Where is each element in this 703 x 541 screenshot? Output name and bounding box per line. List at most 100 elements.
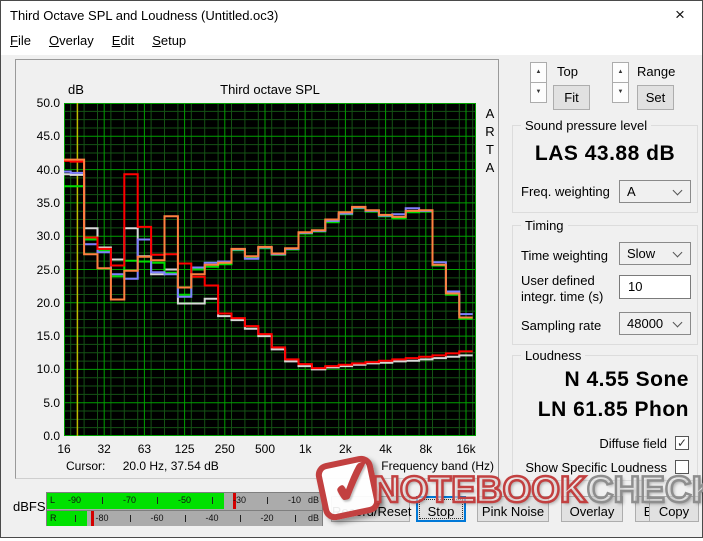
meter-tick: [294, 515, 296, 522]
y-tick-label: 10.0: [36, 362, 60, 377]
meter-tick: [157, 497, 158, 504]
meter-unit-label: dB: [307, 513, 319, 523]
x-tick-label: 8k: [419, 442, 433, 456]
y-tick-label: 0.0: [43, 429, 60, 443]
copy-button[interactable]: Copy: [649, 496, 699, 522]
x-tick-label: 32: [97, 442, 111, 456]
record-reset-button[interactable]: Record/Reset: [331, 496, 411, 522]
level-meter: L -90 -70 -50 -30 -10 dB R -80 -60 -40 -20 dB: [46, 492, 323, 526]
menu-bar: File Overlay Edit Setup: [1, 29, 702, 55]
diffuse-field-label: Diffuse field: [599, 436, 667, 451]
timing-group-label: Timing: [521, 218, 568, 233]
chevron-down-icon: [672, 247, 683, 258]
close-icon[interactable]: ×: [667, 4, 693, 26]
show-specific-loudness-checkbox[interactable]: [675, 460, 689, 474]
freq-weighting-select[interactable]: A: [619, 180, 691, 203]
chevron-down-icon: [672, 317, 683, 328]
meter-unit-label: dB: [307, 495, 319, 505]
menu-item-file[interactable]: File: [1, 29, 40, 53]
meter-scale-label: -60: [150, 513, 164, 523]
sampling-rate-select[interactable]: 48000: [619, 312, 691, 335]
meter-tick: [129, 515, 131, 522]
meter-peak-indicator: [91, 511, 94, 526]
chevron-down-icon: [672, 185, 683, 196]
spl-plot[interactable]: [64, 103, 476, 436]
arta-branding-text: A R T A: [485, 106, 495, 175]
menu-item-setup[interactable]: Setup: [143, 29, 195, 53]
phon-value: LN 61.85 Phon: [537, 398, 689, 421]
time-weighting-value: Slow: [627, 246, 656, 261]
x-tick-label: 63: [137, 442, 152, 456]
y-tick-label: 45.0: [36, 129, 60, 144]
range-spin-down-icon[interactable]: ▼: [612, 82, 629, 103]
meter-tick: [239, 515, 241, 522]
spl-plot-svg: [64, 103, 476, 436]
x-tick-label: 4k: [379, 442, 392, 456]
client-area: dB Third octave SPL A R T A 50.0 45.0 40.0…: [1, 55, 703, 537]
integr-time-label-line1: User defined: [521, 273, 595, 288]
x-axis-title: Frequency band (Hz): [381, 459, 494, 473]
range-label: Range: [637, 64, 676, 79]
sone-value: N 4.55 Sone: [564, 368, 689, 391]
top-spin-up-icon[interactable]: ▲: [530, 62, 547, 83]
x-tick-label: 2k: [339, 442, 352, 456]
y-tick-label: 20.0: [36, 295, 60, 310]
dbfs-label: dBFS: [13, 499, 46, 514]
top-spin-down-icon[interactable]: ▼: [530, 82, 547, 103]
meter-tick: [102, 497, 103, 504]
y-tick-label: 50.0: [36, 96, 60, 110]
title-bar: Third Octave SPL and Loudness (Untitled.…: [1, 1, 702, 29]
spl-value: LAS 43.88 dB: [534, 142, 676, 165]
x-tick-label: 500: [254, 442, 276, 456]
loudness-group-label: Loudness: [521, 348, 586, 363]
show-specific-loudness-label: Show Specific Loudness: [525, 460, 667, 475]
stop-button[interactable]: Stop: [416, 496, 466, 522]
loudness-group: Loudness N 4.55 Sone LN 61.85 Phon Diffu…: [512, 348, 698, 481]
meter-tick: [184, 515, 186, 522]
x-tick-label: 16: [57, 442, 71, 456]
top-label: Top: [557, 64, 578, 79]
time-weighting-select[interactable]: Slow: [619, 242, 691, 265]
integr-time-label-line2: integr. time (s): [521, 289, 604, 304]
menu-item-overlay[interactable]: Overlay: [40, 29, 103, 53]
sampling-rate-value: 48000: [627, 316, 664, 331]
series-orange: [64, 158, 473, 319]
meter-scale-label: -10: [287, 495, 302, 505]
meter-tick: [74, 515, 76, 522]
x-tick-label: 250: [214, 442, 235, 456]
integr-time-input[interactable]: 10: [619, 275, 691, 299]
spl-group-label: Sound pressure level: [521, 118, 652, 133]
fit-button[interactable]: Fit: [553, 85, 590, 110]
timing-group: Timing Time weighting Slow User defined …: [512, 218, 698, 345]
pink-noise-button[interactable]: Pink Noise: [477, 496, 549, 522]
y-tick-label: 25.0: [36, 262, 60, 277]
meter-channel-label: L: [50, 495, 56, 505]
y-tick-label: 40.0: [36, 162, 60, 177]
meter-scale-label: -40: [205, 513, 219, 523]
meter-tick: [212, 497, 213, 504]
overlay-button[interactable]: Overlay: [561, 496, 623, 522]
sampling-rate-label: Sampling rate: [521, 318, 602, 333]
top-spinner: ▲ ▼: [530, 62, 547, 104]
cursor-label: Cursor:: [66, 459, 106, 473]
y-tick-label: 30.0: [36, 229, 60, 244]
y-tick-label: 15.0: [36, 329, 60, 344]
chart-panel: dB Third octave SPL A R T A 50.0 45.0 40.0…: [15, 59, 499, 479]
meter-scale-label: -50: [177, 495, 192, 505]
app-window: Third Octave SPL and Loudness (Untitled.…: [0, 0, 703, 538]
freq-weighting-label: Freq. weighting: [521, 184, 610, 199]
y-tick-label: 5.0: [43, 395, 60, 410]
set-button[interactable]: Set: [637, 85, 674, 110]
menu-item-edit[interactable]: Edit: [103, 29, 143, 53]
meter-row-r: R -80 -60 -40 -20 dB: [47, 510, 322, 526]
meter-scale-label: -30: [232, 495, 247, 505]
chart-title: Third octave SPL: [220, 82, 320, 97]
window-title: Third Octave SPL and Loudness (Untitled.…: [10, 8, 279, 23]
y-tick-label: 35.0: [36, 195, 60, 210]
series-blue: [64, 170, 473, 316]
diffuse-field-checkbox[interactable]: ✓: [675, 436, 689, 450]
right-panel: ▲ ▼ Top Fit ▲ ▼ Range Set Sound pressure…: [506, 55, 702, 537]
meter-scale-label: -80: [95, 513, 109, 523]
range-spin-up-icon[interactable]: ▲: [612, 62, 629, 83]
meter-scale-label: -70: [122, 495, 137, 505]
